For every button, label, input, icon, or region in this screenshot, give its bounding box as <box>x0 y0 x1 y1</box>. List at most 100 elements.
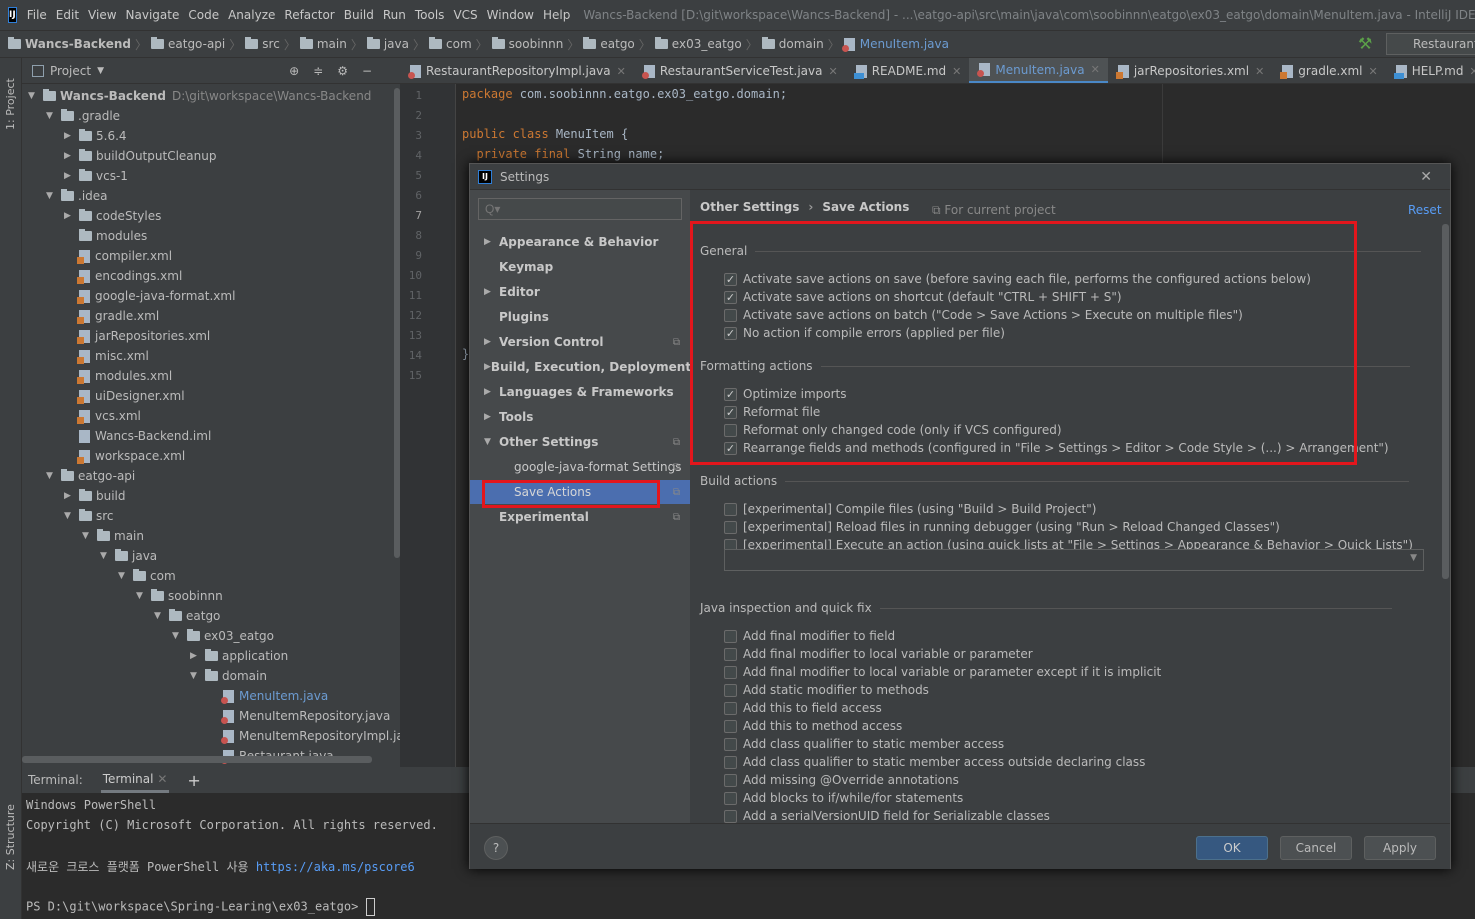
settings-nav-item[interactable]: ▶ Tools <box>470 405 690 429</box>
breadcrumb-item[interactable]: main 〉 <box>299 36 363 53</box>
breadcrumb-item[interactable]: ex03_eatgo 〉 <box>654 36 758 53</box>
tree-item[interactable]: ▶ codeStyles <box>64 206 161 226</box>
crumb-parent[interactable]: Other Settings <box>700 200 799 214</box>
settings-nav-item[interactable]: ▶ Appearance & Behavior <box>470 230 690 254</box>
checkbox-unchecked[interactable] <box>724 737 737 751</box>
close-icon[interactable]: ✕ <box>1420 169 1432 185</box>
checkbox-unchecked[interactable] <box>724 809 737 823</box>
menu-code[interactable]: Code <box>188 8 219 22</box>
settings-nav-item[interactable]: ▶ Version Control ⧉ <box>470 330 690 354</box>
project-tool-button[interactable]: 1: Project <box>4 78 17 130</box>
close-icon[interactable]: ✕ <box>1091 63 1100 76</box>
tree-item[interactable]: ▼ ex03_eatgo <box>172 626 274 646</box>
tree-item[interactable]: ▶ vcs-1 <box>64 166 128 186</box>
tree-item[interactable]: ▶ buildOutputCleanup <box>64 146 216 166</box>
editor-tab[interactable]: RestaurantServiceTest.java ✕ <box>634 58 846 83</box>
editor-tab[interactable]: README.md ✕ <box>846 58 970 83</box>
tree-item[interactable]: ▼ .idea <box>46 186 108 206</box>
settings-nav-item[interactable]: ▶ Build, Execution, Deployment <box>470 355 691 379</box>
close-icon[interactable]: ✕ <box>1469 65 1475 78</box>
menu-build[interactable]: Build <box>344 8 374 22</box>
menu-window[interactable]: Window <box>487 8 534 22</box>
tree-item[interactable]: ▶ build <box>64 486 126 506</box>
menu-help[interactable]: Help <box>543 8 570 22</box>
vertical-scrollbar[interactable] <box>1442 224 1449 579</box>
horizontal-scrollbar[interactable] <box>22 756 372 763</box>
checkbox-unchecked[interactable] <box>724 683 737 697</box>
breadcrumb-item[interactable]: eatgo-api 〉 <box>151 36 241 53</box>
tree-item[interactable]: ▶ application <box>190 646 288 666</box>
tree-item[interactable]: uiDesigner.xml <box>64 386 185 406</box>
tree-item[interactable]: MenuItemRepositoryImpl.java <box>208 726 418 746</box>
checkbox-unchecked[interactable] <box>724 701 737 715</box>
menu-vcs[interactable]: VCS <box>453 8 477 22</box>
menu-navigate[interactable]: Navigate <box>126 8 180 22</box>
breadcrumb-item[interactable]: MenuItem.java <box>841 37 949 52</box>
menu-file[interactable]: File <box>27 8 47 22</box>
tree-item[interactable]: jarRepositories.xml <box>64 326 210 346</box>
reset-link[interactable]: Reset <box>1408 203 1442 217</box>
checkbox-unchecked[interactable] <box>724 665 737 679</box>
close-icon[interactable]: ✕ <box>1368 65 1377 78</box>
settings-nav-item[interactable]: Keymap <box>470 255 690 279</box>
checkbox-option[interactable]: Add blocks to if/while/for statements <box>724 789 963 807</box>
tree-item[interactable]: workspace.xml <box>64 446 185 466</box>
tree-item[interactable]: ▼ .gradle <box>46 106 120 126</box>
checkbox-option[interactable]: Add a serialVersionUID field for Seriali… <box>724 807 1050 823</box>
tree-item[interactable]: ▼ java <box>100 546 157 566</box>
tree-item[interactable]: vcs.xml <box>64 406 141 426</box>
settings-nav-item[interactable]: ▶ Editor <box>470 280 690 304</box>
tree-item[interactable]: MenuItem.java <box>208 686 328 706</box>
tree-item[interactable]: ▼ eatgo <box>154 606 220 626</box>
checkbox-option[interactable]: [experimental] Compile files (using "Bui… <box>724 500 1096 518</box>
breadcrumb-item[interactable]: Wancs-Backend 〉 <box>8 36 147 53</box>
close-icon[interactable]: ✕ <box>157 772 167 786</box>
ok-button[interactable]: OK <box>1196 836 1268 860</box>
project-view-select[interactable]: Project <box>50 64 91 78</box>
checkbox-unchecked[interactable] <box>724 755 737 769</box>
structure-tool-button[interactable]: Z: Structure <box>4 804 17 870</box>
checkbox-unchecked[interactable] <box>724 502 737 516</box>
menu-run[interactable]: Run <box>383 8 406 22</box>
editor-tab[interactable]: HELP.md ✕ <box>1386 58 1475 83</box>
tree-item[interactable]: ▼ com <box>118 566 176 586</box>
checkbox-option[interactable]: [experimental] Reload files in running d… <box>724 518 1280 536</box>
editor-tab[interactable]: MenuItem.java ✕ <box>969 58 1108 83</box>
menu-view[interactable]: View <box>88 8 116 22</box>
checkbox-option[interactable]: Add this to field access <box>724 699 882 717</box>
editor-tab[interactable]: RestaurantRepositoryImpl.java ✕ <box>400 58 634 83</box>
close-icon[interactable]: ✕ <box>952 65 961 78</box>
build-hammer-icon[interactable]: ⚒ <box>1358 34 1372 53</box>
checkbox-option[interactable]: Add missing @Override annotations <box>724 771 959 789</box>
terminal-prompt[interactable]: PS D:\git\workspace\Spring-Learing\ex03_… <box>26 898 375 916</box>
checkbox-option[interactable]: Add final modifier to local variable or … <box>724 663 1161 681</box>
close-icon[interactable]: ✕ <box>829 65 838 78</box>
checkbox-option[interactable]: Add final modifier to local variable or … <box>724 645 1033 663</box>
tree-item[interactable]: modules <box>64 226 147 246</box>
cancel-button[interactable]: Cancel <box>1280 836 1352 860</box>
tree-item[interactable]: ▼ Wancs-Backend D:\git\workspace\Wancs-Bac… <box>28 86 371 106</box>
breadcrumb-item[interactable]: eatgo 〉 <box>583 36 651 53</box>
settings-nav-item[interactable]: Plugins <box>470 305 690 329</box>
tree-item[interactable]: encodings.xml <box>64 266 182 286</box>
menu-edit[interactable]: Edit <box>56 8 79 22</box>
tree-item[interactable]: Wancs-Backend.iml <box>64 426 211 446</box>
run-config-select[interactable]: RestaurantS <box>1386 33 1475 55</box>
pscore-link[interactable]: https://aka.ms/pscore6 <box>256 860 415 874</box>
breadcrumb-item[interactable]: java 〉 <box>366 36 425 53</box>
tree-item[interactable]: ▼ eatgo-api <box>46 466 135 486</box>
help-button[interactable]: ? <box>484 836 508 860</box>
tree-item[interactable]: modules.xml <box>64 366 172 386</box>
chevron-down-icon[interactable]: ▼ <box>97 66 104 76</box>
settings-search-input[interactable] <box>478 198 682 220</box>
checkbox-unchecked[interactable] <box>724 773 737 787</box>
checkbox-option[interactable]: Add class qualifier to static member acc… <box>724 735 1004 753</box>
breadcrumb-item[interactable]: src 〉 <box>245 36 296 53</box>
tree-item[interactable]: gradle.xml <box>64 306 159 326</box>
panel-actions[interactable]: ⊕≑⚙− <box>289 64 386 78</box>
settings-nav-item[interactable]: Experimental ⧉ <box>470 505 690 529</box>
apply-button[interactable]: Apply <box>1364 836 1436 860</box>
settings-nav-item[interactable]: ▼ Other Settings ⧉ <box>470 430 690 454</box>
tree-item[interactable]: compiler.xml <box>64 246 172 266</box>
close-icon[interactable]: ✕ <box>617 65 626 78</box>
